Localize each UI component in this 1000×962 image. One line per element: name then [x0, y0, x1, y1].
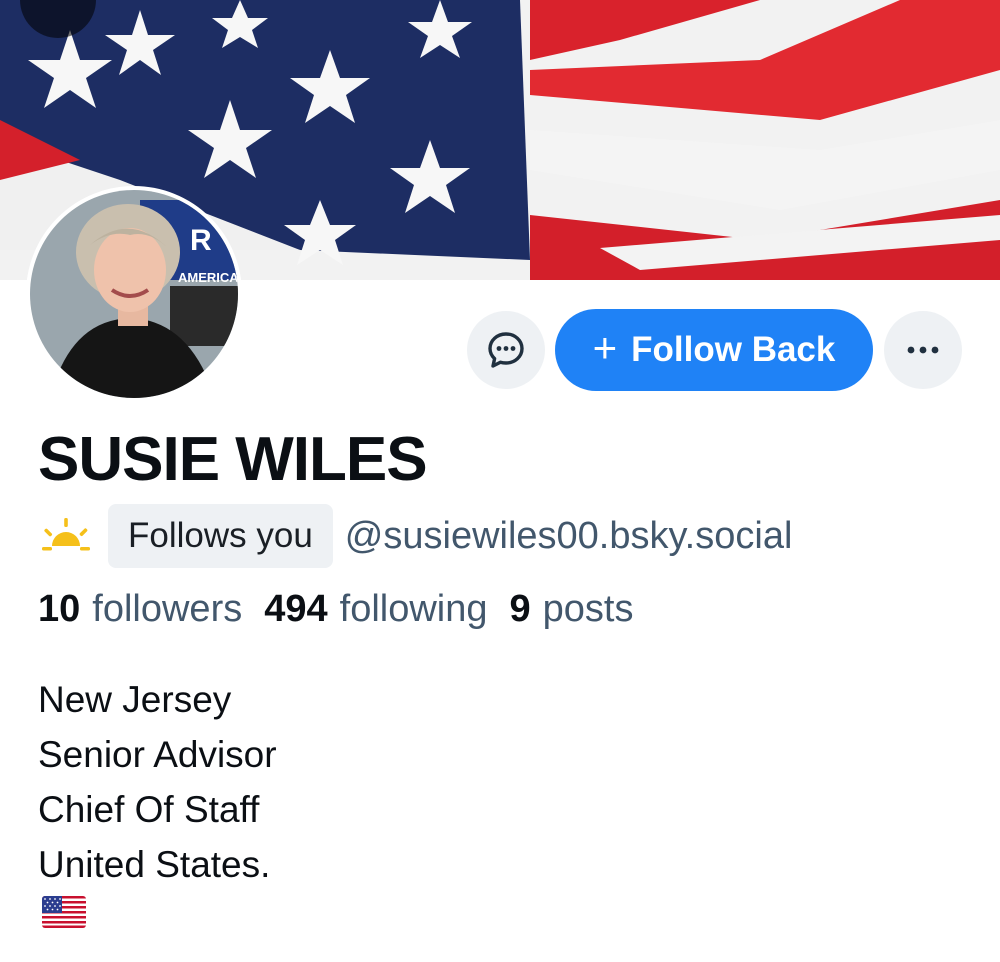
bio-line: United States.: [38, 844, 271, 885]
follow-back-label: Follow Back: [631, 330, 836, 369]
sunrise-icon: [42, 518, 90, 551]
avatar[interactable]: R AMERICA: [26, 186, 242, 402]
profile-stats: 10 followers 494 following 9 posts: [38, 588, 655, 631]
profile-handle[interactable]: @susiewiles00.bsky.social: [345, 515, 793, 558]
bio-line: Senior Advisor: [38, 734, 277, 775]
followers-label[interactable]: followers: [92, 588, 242, 631]
us-flag-emoji: [42, 896, 86, 928]
posts-label: posts: [542, 588, 634, 630]
message-button[interactable]: [467, 311, 545, 389]
plus-icon: +: [592, 324, 618, 371]
posts-count: 9: [509, 588, 531, 630]
bio-line: New Jersey: [38, 679, 232, 720]
more-options-button[interactable]: [884, 311, 962, 389]
bio-line: Chief Of Staff: [38, 789, 260, 830]
follow-back-button[interactable]: + Follow Back: [555, 309, 873, 391]
ellipsis-icon: [907, 346, 939, 354]
chat-bubble-icon: [488, 332, 524, 368]
followers-count[interactable]: 10: [38, 588, 80, 631]
following-label[interactable]: following: [340, 588, 488, 631]
avatar-sign-text: AMERICA: [178, 270, 238, 285]
follows-you-badge: Follows you: [108, 504, 333, 568]
profile-bio: New Jersey Senior Advisor Chief Of Staff…: [38, 672, 277, 892]
profile-meta-row: Follows you @susiewiles00.bsky.social: [38, 504, 792, 568]
following-count[interactable]: 494: [264, 588, 327, 631]
display-name: SUSIE WILES: [38, 425, 428, 494]
svg-text:R: R: [190, 224, 212, 257]
